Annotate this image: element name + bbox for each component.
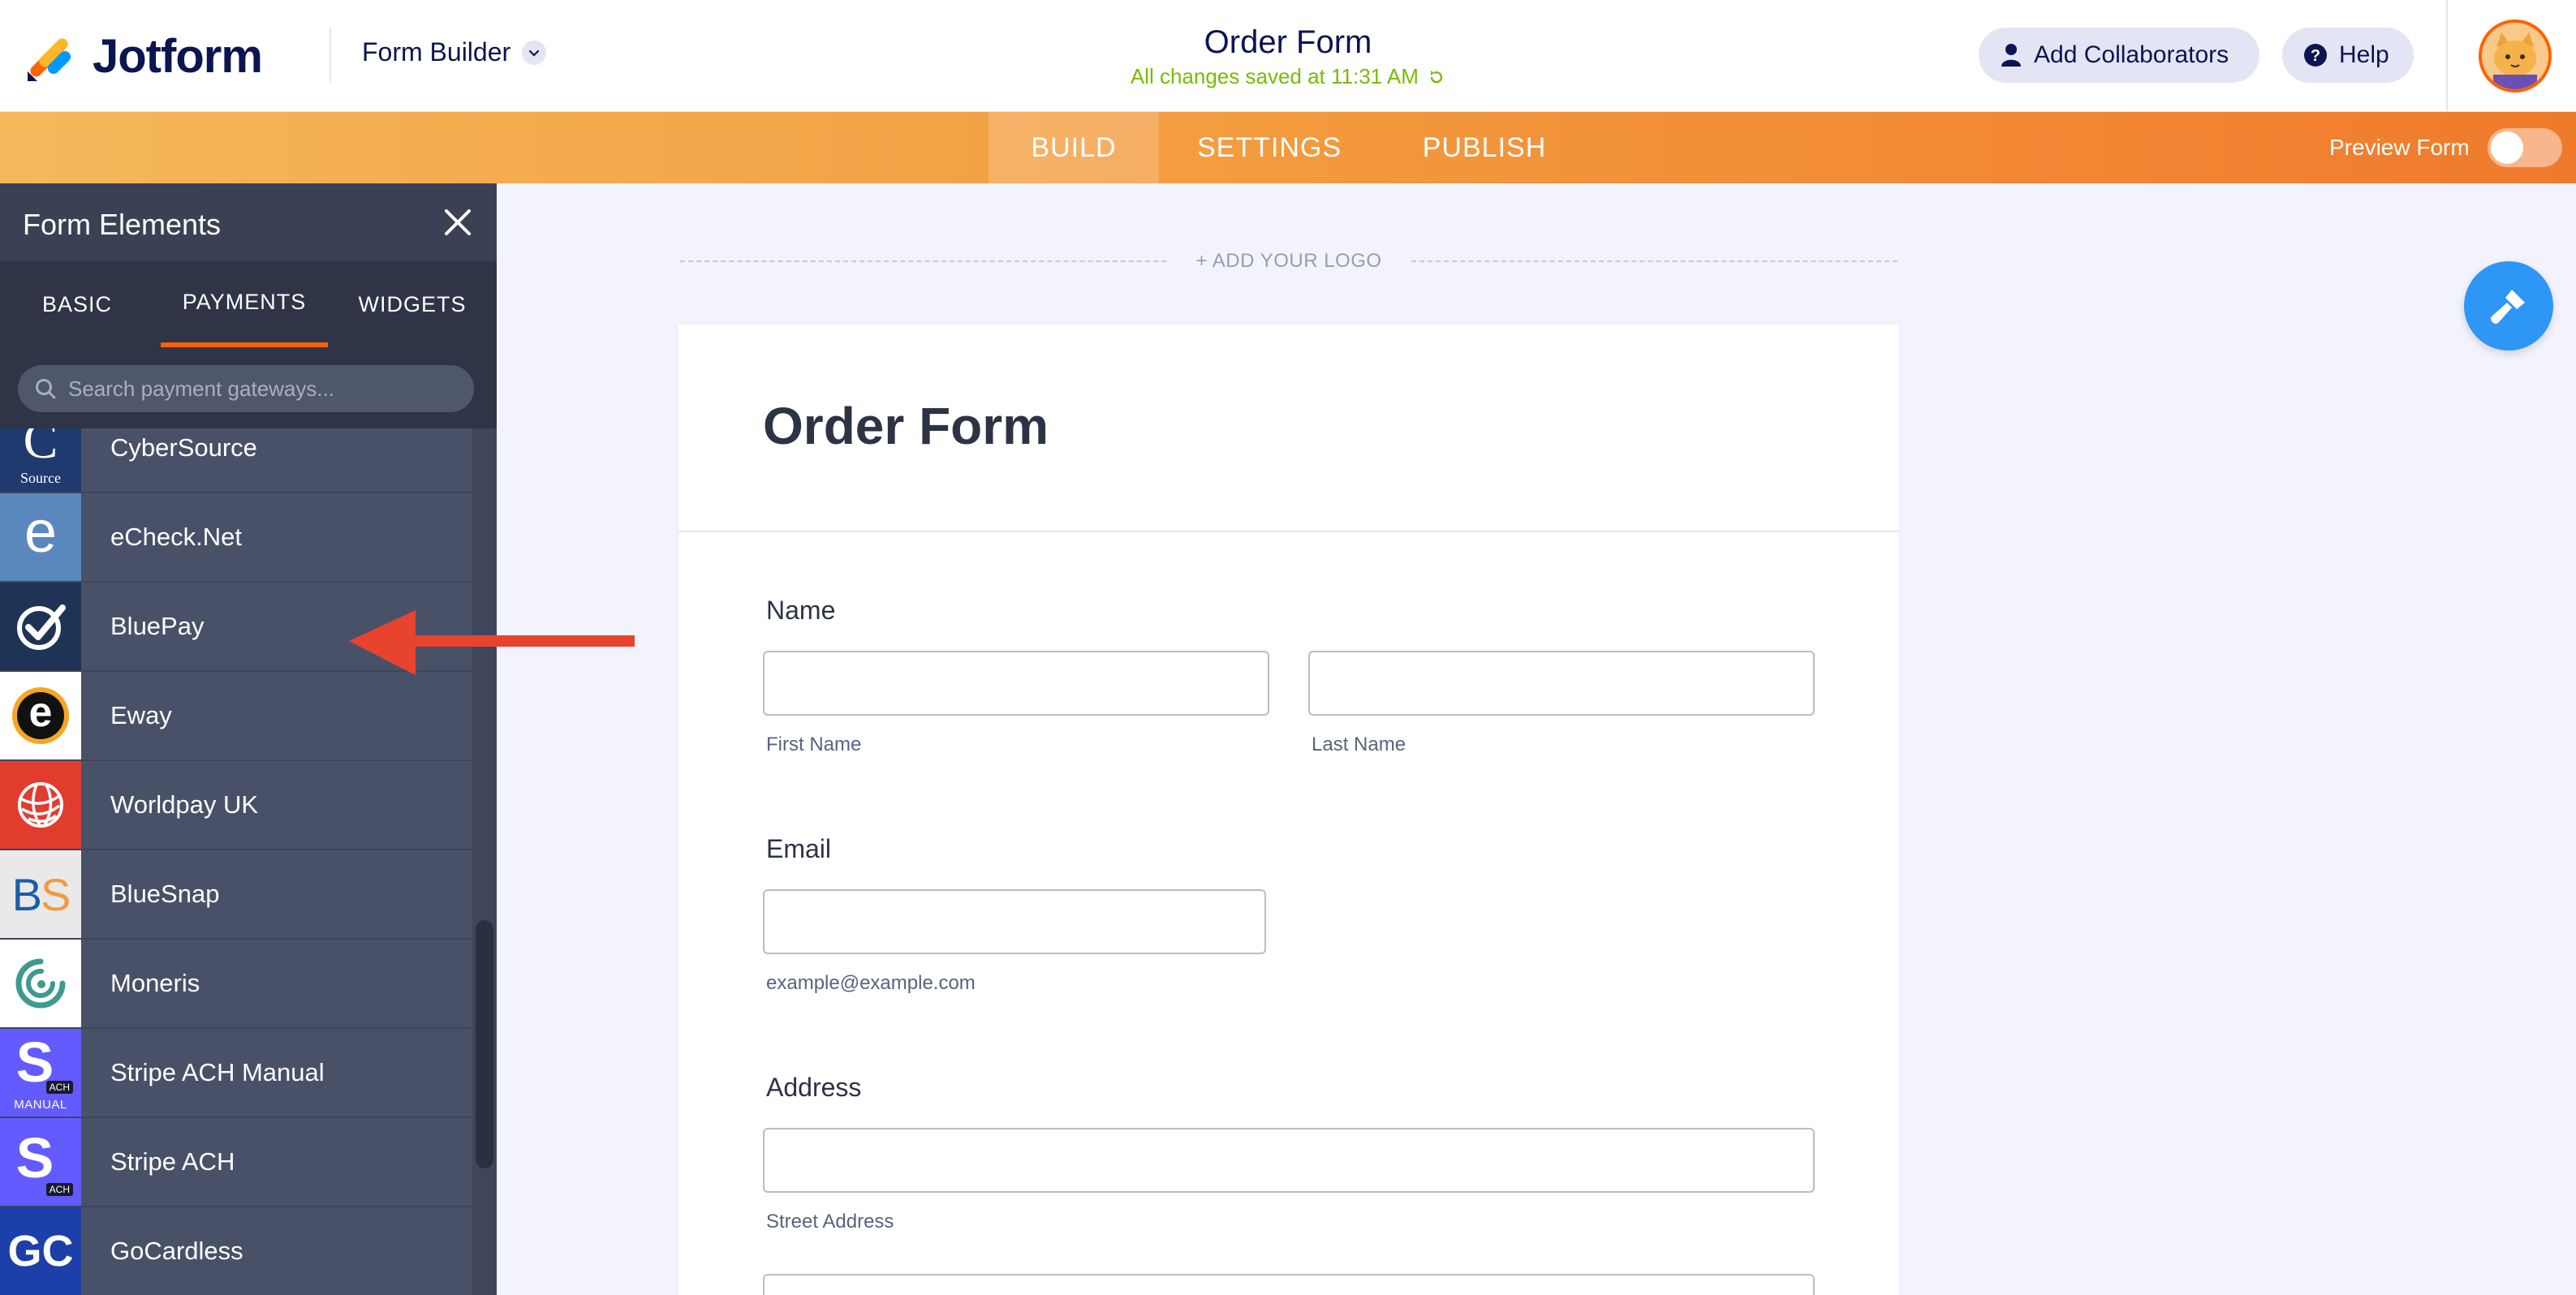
title-block: Order Form All changes saved at 11:31 AM bbox=[1045, 24, 1531, 89]
tab-publish[interactable]: PUBLISH bbox=[1380, 112, 1589, 183]
gateway-gocardless[interactable]: GC GoCardless bbox=[0, 1207, 472, 1295]
gateway-label: Stripe ACH bbox=[110, 1147, 235, 1176]
jotform-logo[interactable]: Jotform bbox=[24, 29, 263, 84]
tab-basic[interactable]: BASIC bbox=[0, 261, 154, 347]
preview-form-toggle[interactable]: Preview Form bbox=[2329, 112, 2562, 183]
add-logo-label: + ADD YOUR LOGO bbox=[1195, 250, 1382, 272]
preview-toggle-switch[interactable] bbox=[2487, 128, 2562, 167]
email-sublabel: example@example.com bbox=[766, 972, 976, 994]
address-label: Address bbox=[766, 1073, 862, 1102]
help-button[interactable]: ? Help bbox=[2282, 28, 2414, 83]
add-collaborators-label: Add Collaborators bbox=[2034, 41, 2229, 68]
page-title[interactable]: Order Form bbox=[1045, 24, 1531, 61]
search-input[interactable] bbox=[68, 376, 450, 402]
cat-avatar-icon bbox=[2482, 23, 2548, 89]
gateway-label: Moneris bbox=[110, 969, 200, 997]
gateway-stripe-ach[interactable]: S ACH Stripe ACH bbox=[0, 1118, 472, 1207]
refresh-icon bbox=[1430, 71, 1443, 84]
gateway-label: GoCardless bbox=[110, 1237, 243, 1265]
paint-brush-icon bbox=[2491, 290, 2525, 324]
jotform-logo-icon bbox=[28, 37, 71, 81]
avatar[interactable] bbox=[2479, 19, 2552, 92]
panel-header: Form Elements bbox=[0, 183, 497, 261]
user-icon bbox=[2000, 43, 2022, 67]
stripe-ach-logo: S ACH bbox=[0, 1118, 81, 1206]
moneris-logo bbox=[0, 940, 81, 1027]
worldpay-logo bbox=[0, 761, 81, 849]
form-builder-label: Form Builder bbox=[362, 37, 511, 67]
gateway-echeck[interactable]: e eCheck.Net bbox=[0, 493, 472, 583]
add-collaborators-button[interactable]: Add Collaborators bbox=[1979, 28, 2259, 83]
panel-title: Form Elements bbox=[23, 208, 222, 241]
gateway-bluesnap[interactable]: BS BlueSnap bbox=[0, 850, 472, 940]
panel-tabs: BASIC PAYMENTS WIDGETS bbox=[0, 261, 497, 347]
form-card: Order Form Name First Name Last Name Ema… bbox=[678, 325, 1899, 1295]
last-name-sublabel: Last Name bbox=[1312, 734, 1406, 755]
svg-text:?: ? bbox=[2311, 47, 2320, 65]
email-field[interactable] bbox=[763, 889, 1266, 954]
close-icon[interactable] bbox=[438, 203, 477, 242]
gateway-search-wrap bbox=[0, 347, 497, 428]
form-designer-button[interactable] bbox=[2464, 261, 2553, 351]
gateway-search bbox=[18, 365, 474, 412]
eway-logo: e bbox=[0, 672, 81, 759]
add-logo-area[interactable]: + ADD YOUR LOGO bbox=[680, 250, 1898, 273]
chevron-down-icon bbox=[522, 40, 547, 65]
form-heading[interactable]: Order Form bbox=[763, 396, 1049, 456]
panel-scrollbar[interactable] bbox=[472, 428, 497, 1295]
header-divider bbox=[330, 28, 331, 83]
header-divider-right bbox=[2446, 0, 2448, 112]
toggle-knob bbox=[2490, 131, 2523, 164]
save-status-text: All changes saved at 11:31 AM bbox=[1130, 64, 1419, 88]
street-address-line2-input[interactable] bbox=[763, 1274, 1815, 1295]
tab-payments[interactable]: PAYMENTS bbox=[161, 261, 328, 347]
preview-form-label: Preview Form bbox=[2329, 135, 2470, 160]
search-icon bbox=[36, 379, 56, 399]
gateway-label: BlueSnap bbox=[110, 880, 220, 908]
gateway-label: Worldpay UK bbox=[110, 790, 259, 819]
gateway-label: CyberSource bbox=[110, 433, 257, 462]
gateway-eway[interactable]: e Eway bbox=[0, 672, 472, 761]
first-name-input[interactable] bbox=[763, 651, 1269, 716]
gateway-list: C Source CyberSource e eCheck.Net BluePa… bbox=[0, 428, 472, 1295]
scrollbar-thumb[interactable] bbox=[476, 920, 493, 1168]
street-address-input[interactable] bbox=[763, 1128, 1815, 1193]
form-builder-dropdown[interactable]: Form Builder bbox=[362, 37, 547, 67]
first-name-sublabel: First Name bbox=[766, 734, 862, 755]
gateway-label: Eway bbox=[110, 701, 172, 729]
dashed-line bbox=[680, 260, 1167, 262]
gateway-label: eCheck.Net bbox=[110, 523, 242, 551]
dashed-line bbox=[1411, 260, 1898, 262]
last-name-input[interactable] bbox=[1308, 651, 1815, 716]
tab-widgets[interactable]: WIDGETS bbox=[328, 261, 497, 347]
brand-name: Jotform bbox=[93, 30, 263, 83]
save-status: All changes saved at 11:31 AM bbox=[1045, 64, 1531, 89]
bluepay-logo bbox=[0, 583, 81, 670]
form-header[interactable]: Order Form bbox=[678, 325, 1899, 532]
email-label: Email bbox=[766, 834, 832, 863]
gateway-label: Stripe ACH Manual bbox=[110, 1058, 325, 1086]
gateway-moneris[interactable]: Moneris bbox=[0, 940, 472, 1029]
gateway-label: BluePay bbox=[110, 612, 205, 640]
tab-build[interactable]: BUILD bbox=[989, 112, 1159, 183]
gateway-stripe-ach-manual[interactable]: S ACH MANUAL Stripe ACH Manual bbox=[0, 1029, 472, 1118]
gocardless-logo: GC bbox=[0, 1207, 81, 1295]
stripe-ach-manual-logo: S ACH MANUAL bbox=[0, 1029, 81, 1116]
street-address-sublabel: Street Address bbox=[766, 1211, 894, 1233]
cybersource-logo: C Source bbox=[0, 428, 81, 492]
name-label: Name bbox=[766, 596, 836, 625]
top-header: Jotform Form Builder Order Form All chan… bbox=[0, 0, 2576, 112]
bluesnap-logo: BS bbox=[0, 850, 81, 938]
help-label: Help bbox=[2339, 41, 2389, 68]
gateway-worldpay-uk[interactable]: Worldpay UK bbox=[0, 761, 472, 850]
question-icon: ? bbox=[2303, 43, 2328, 67]
form-elements-panel: Form Elements BASIC PAYMENTS WIDGETS C S… bbox=[0, 183, 497, 1295]
red-arrow-annotation bbox=[349, 610, 635, 675]
gateway-cybersource[interactable]: C Source CyberSource bbox=[0, 428, 472, 493]
builder-nav: BUILD SETTINGS PUBLISH Preview Form bbox=[0, 112, 2576, 183]
tab-settings[interactable]: SETTINGS bbox=[1159, 112, 1380, 183]
echeck-logo: e bbox=[0, 493, 81, 581]
